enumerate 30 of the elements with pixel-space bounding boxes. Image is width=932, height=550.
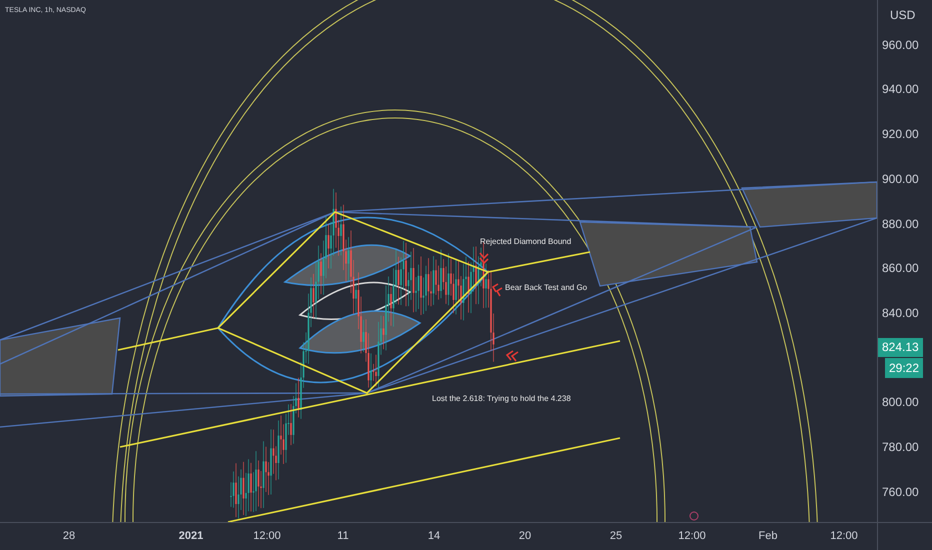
time-label: 14 — [428, 529, 440, 544]
time-label: 12:00 — [678, 529, 706, 544]
time-label: 2021 — [178, 529, 204, 544]
price-label: 900.00 — [882, 172, 919, 186]
last-price-badge: 824.13 — [878, 338, 923, 357]
chevron-left-icon — [506, 350, 519, 362]
price-label: 840.00 — [882, 306, 919, 320]
time-label: 20 — [518, 529, 532, 544]
countdown-badge: 29:22 — [885, 358, 924, 378]
event-marker-icon — [690, 512, 698, 520]
chevron-left-icon — [492, 283, 503, 297]
time-label: 11 — [337, 529, 349, 544]
price-label: 760.00 — [882, 485, 919, 499]
time-label: 28 — [62, 529, 76, 544]
time-label: 12:00 — [253, 529, 281, 544]
price-label: 920.00 — [882, 127, 919, 141]
chevron-down-icon — [479, 252, 489, 264]
price-label: 960.00 — [882, 38, 919, 52]
price-label: 780.00 — [882, 440, 919, 454]
price-label: 880.00 — [882, 217, 919, 231]
time-label: 25 — [610, 529, 622, 544]
annotation-text: Rejected Diamond Bound — [480, 236, 572, 248]
currency-label: USD — [890, 7, 916, 24]
annotation-text: Bear Back Test and Go — [505, 282, 588, 294]
time-label: 12:00 — [830, 529, 858, 544]
price-label: 860.00 — [882, 261, 919, 275]
annotation-text: Lost the 2.618: Trying to hold the 4.238 — [432, 393, 571, 405]
price-label: 800.00 — [882, 395, 919, 409]
time-label: Feb — [758, 529, 778, 544]
price-label: 940.00 — [882, 82, 919, 96]
